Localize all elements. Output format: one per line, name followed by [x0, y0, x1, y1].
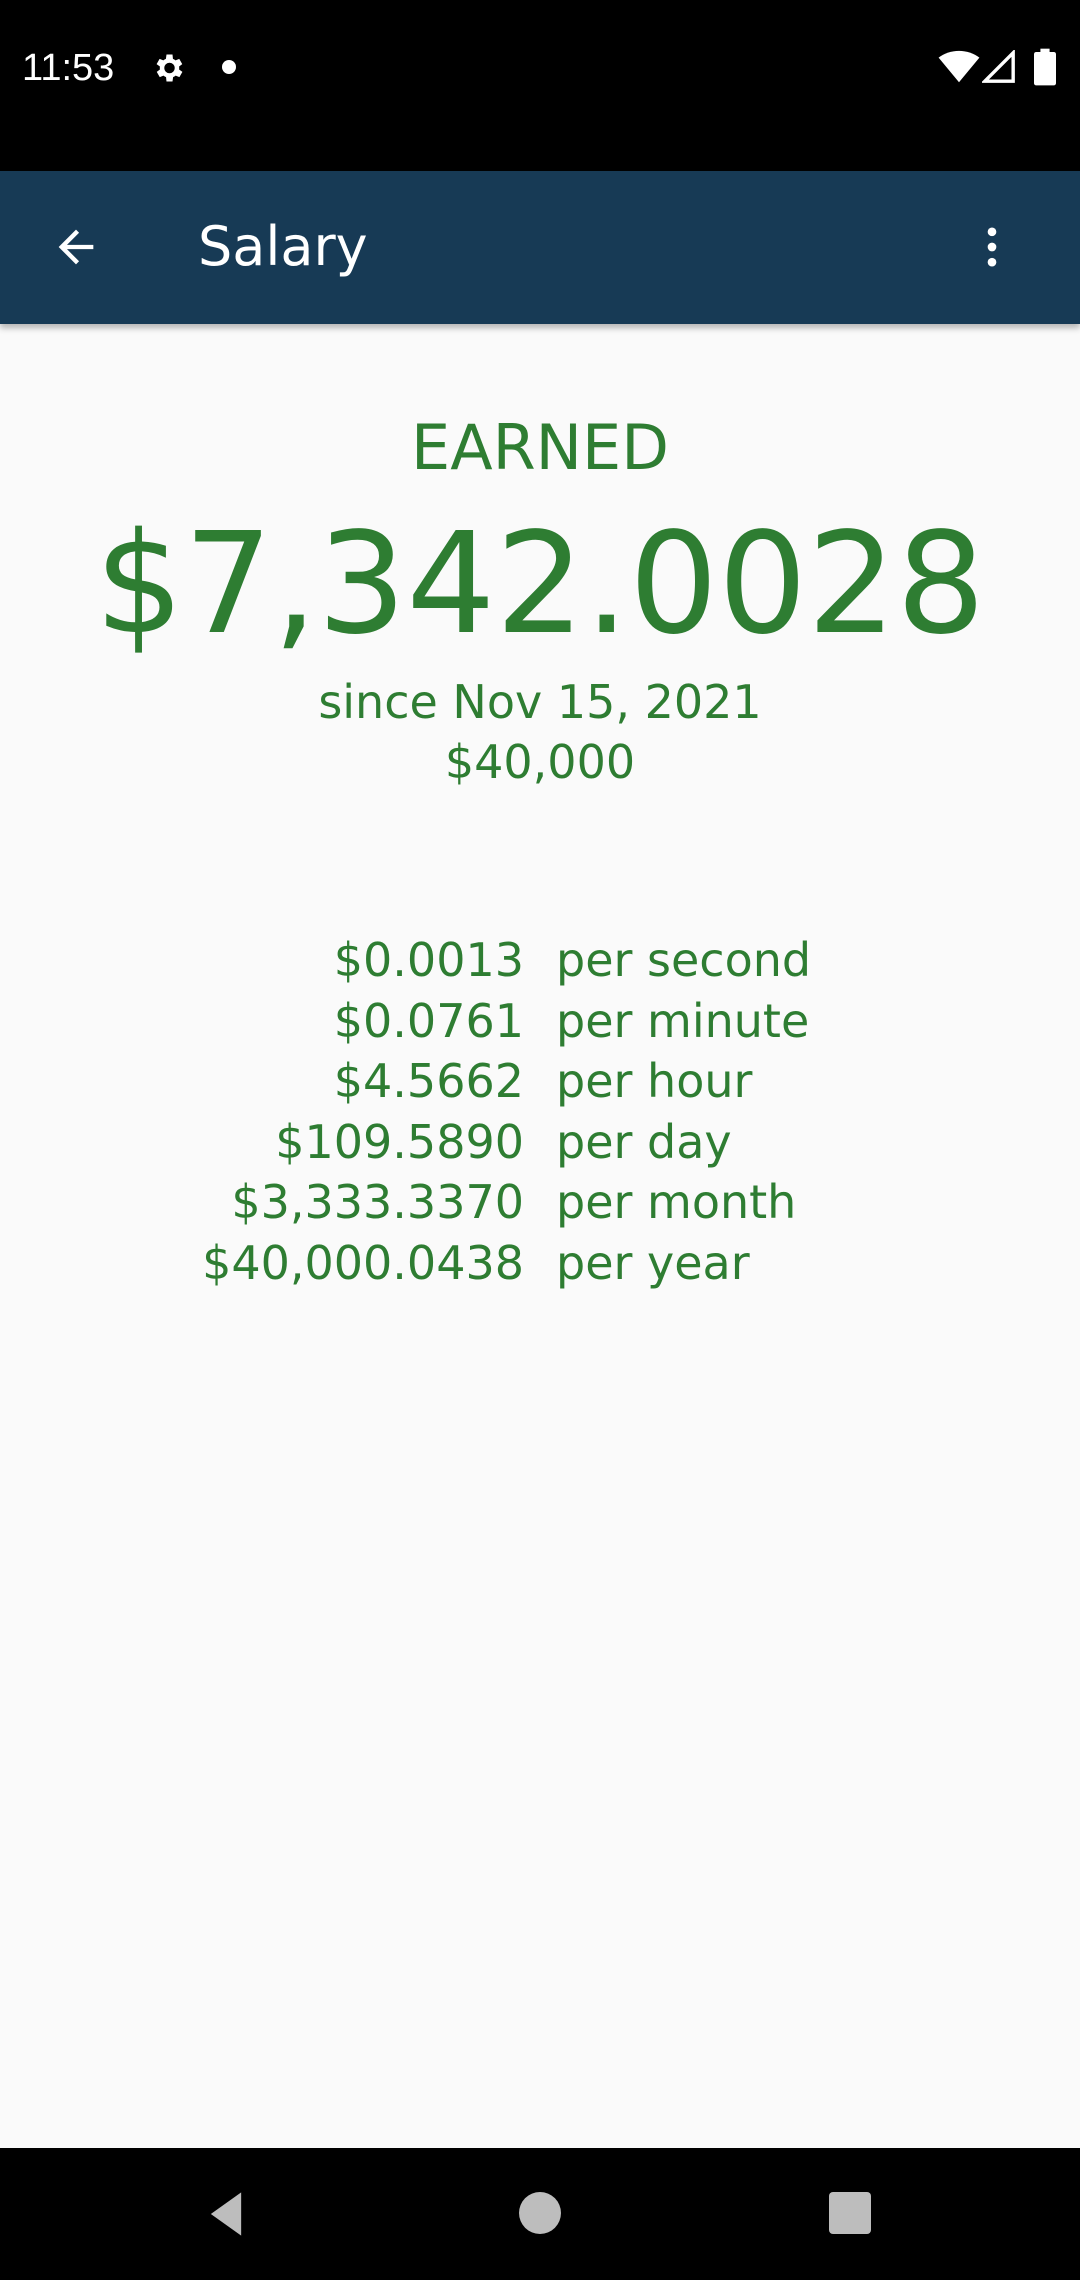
- rate-row-second: $0.0013 per second: [0, 930, 1080, 991]
- rate-value: $3,333.3370: [231, 1175, 524, 1229]
- notification-dot-icon: [222, 60, 236, 74]
- rate-unit: per day: [556, 1114, 732, 1169]
- rate-value: $109.5890: [275, 1114, 524, 1169]
- overflow-menu-button[interactable]: [956, 211, 1028, 283]
- battery-icon: [1034, 48, 1056, 86]
- status-bar: 11:53: [0, 0, 1080, 171]
- since-date: since Nov 15, 2021: [318, 675, 762, 729]
- earned-label: EARNED: [411, 411, 669, 484]
- rate-unit: per hour: [556, 1054, 753, 1108]
- annual-salary: $40,000: [444, 735, 636, 789]
- nav-recents-icon[interactable]: [829, 2192, 871, 2234]
- rate-row-year: $40,000.0438 per year: [0, 1233, 1080, 1294]
- earned-amount: $7,342.0028: [94, 503, 986, 666]
- rate-row-month: $3,333.3370 per month: [0, 1172, 1080, 1233]
- nav-home-icon[interactable]: [519, 2192, 561, 2234]
- rate-value: $4.5662: [333, 1054, 524, 1108]
- back-button[interactable]: [40, 211, 112, 283]
- rate-list: $0.0013 per second $0.0761 per minute $4…: [0, 930, 1080, 1293]
- rate-unit: per month: [556, 1175, 797, 1229]
- rate-row-day: $109.5890 per day: [0, 1112, 1080, 1173]
- settings-gear-icon: [156, 54, 183, 82]
- rate-value: $0.0761: [333, 993, 524, 1048]
- page-title: Salary: [198, 215, 368, 278]
- rate-value: $0.0013: [333, 933, 524, 987]
- status-time: 11:53: [22, 47, 115, 89]
- arrow-back-icon: [58, 229, 94, 265]
- rate-unit: per second: [556, 933, 812, 987]
- rate-unit: per minute: [556, 993, 810, 1048]
- more-vert-icon: [987, 227, 997, 267]
- nav-back-icon[interactable]: [200, 2188, 252, 2240]
- rate-row-hour: $4.5662 per hour: [0, 1051, 1080, 1112]
- rate-unit: per year: [556, 1235, 750, 1290]
- app-bar: Salary: [0, 171, 1080, 324]
- rate-value: $40,000.0438: [202, 1235, 524, 1290]
- rate-row-minute: $0.0761 per minute: [0, 991, 1080, 1052]
- wifi-icon: [938, 50, 980, 83]
- cell-signal-icon: [982, 50, 1015, 83]
- system-nav-bar: [0, 2148, 1080, 2280]
